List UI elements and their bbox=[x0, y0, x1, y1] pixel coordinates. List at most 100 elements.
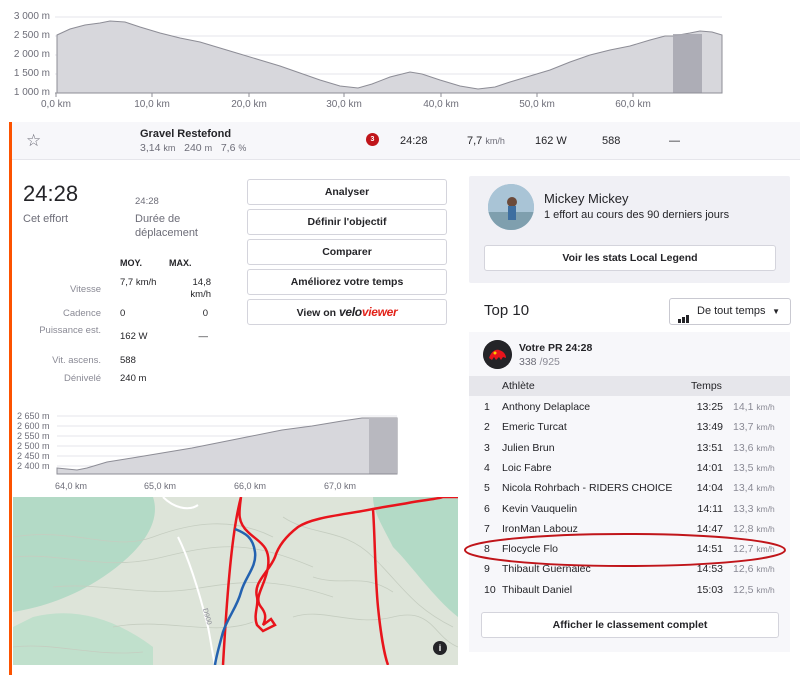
leaderboard-time: 14:01 bbox=[696, 462, 723, 474]
y-tick-label: 2 450 m bbox=[17, 451, 50, 461]
x-tick-label: 50,0 km bbox=[519, 99, 555, 110]
leaderboard-row[interactable]: 8 Flocycle Flo 14:51 12,7 km/h bbox=[469, 539, 790, 559]
leaderboard-row[interactable]: 6 Kevin Vauquelin 14:11 13,3 km/h bbox=[469, 499, 790, 519]
leaderboard-time: 13:49 bbox=[696, 421, 723, 433]
compare-button[interactable]: Comparer bbox=[247, 239, 447, 265]
local-legend-name[interactable]: Mickey Mickey bbox=[544, 191, 629, 206]
segment-vam: 588 bbox=[602, 135, 621, 147]
leaderboard-speed: 13,5 km/h bbox=[733, 462, 775, 474]
y-tick-label: 3 000 m bbox=[13, 11, 50, 22]
stat-label-speed: Vitesse bbox=[70, 284, 101, 295]
leaderboard-athlete[interactable]: Thibault Daniel bbox=[502, 584, 572, 596]
speed-unit: km/h bbox=[756, 585, 775, 595]
y-tick-label: 2 600 m bbox=[17, 421, 50, 431]
speed-unit: km/h bbox=[756, 422, 775, 432]
y-tick-label: 2 000 m bbox=[13, 49, 50, 60]
speed-unit: km/h bbox=[756, 402, 775, 412]
stat-max-cadence: 0 bbox=[202, 308, 208, 319]
column-athlete: Athlète bbox=[502, 380, 535, 392]
leaderboard-athlete[interactable]: Emeric Turcat bbox=[502, 421, 567, 433]
leaderboard-rank: 10 bbox=[484, 584, 496, 596]
info-icon[interactable]: i bbox=[433, 641, 447, 655]
view-on-label: View on bbox=[296, 307, 337, 319]
x-tick-label: 30,0 km bbox=[326, 99, 362, 110]
veloviewer-button[interactable]: View on veloviewer bbox=[247, 299, 447, 325]
analyze-button[interactable]: Analyser bbox=[247, 179, 447, 205]
leaderboard-athlete[interactable]: Julien Brun bbox=[502, 442, 555, 454]
leaderboard-speed: 13,6 km/h bbox=[733, 442, 775, 454]
y-tick-label: 2 500 m bbox=[17, 441, 50, 451]
elevation-area bbox=[56, 20, 723, 94]
column-time: Temps bbox=[691, 380, 722, 392]
effort-elapsed-label: Cet effort bbox=[23, 213, 69, 225]
selected-segment-indicator bbox=[9, 122, 12, 675]
star-icon[interactable]: ☆ bbox=[26, 131, 41, 151]
stat-avg-cadence: 0 bbox=[120, 308, 126, 319]
leaderboard-row[interactable]: 2 Emeric Turcat 13:49 13,7 km/h bbox=[469, 417, 790, 437]
leaderboard-row[interactable]: 5 Nicola Rohrbach - RIDERS CHOICE 14:04 13,… bbox=[469, 478, 790, 498]
time-filter-dropdown[interactable]: De tout temps ▼ bbox=[669, 298, 791, 325]
set-goal-button[interactable]: Définir l'objectif bbox=[247, 209, 447, 235]
stats-header-avg: MOY. bbox=[120, 258, 143, 268]
leaderboard-athlete[interactable]: Nicola Rohrbach - RIDERS CHOICE bbox=[502, 482, 672, 494]
pr-rank-value: 338 bbox=[519, 356, 537, 368]
leaderboard-athlete[interactable]: Anthony Delaplace bbox=[502, 401, 590, 413]
segment-details: 3,14 km 240 m 7,6 % bbox=[140, 142, 246, 154]
leaderboard-row[interactable]: 10 Thibault Daniel 15:03 12,5 km/h bbox=[469, 580, 790, 600]
avatar[interactable] bbox=[488, 184, 534, 230]
leaderboard-speed: 12,7 km/h bbox=[733, 543, 775, 555]
leaderboard-rank: 5 bbox=[484, 482, 490, 494]
x-tick-label: 66,0 km bbox=[233, 481, 267, 491]
segment-row[interactable]: ☆ Gravel Restefond 3,14 km 240 m 7,6 % 3… bbox=[12, 122, 800, 160]
leaderboard-time: 13:51 bbox=[696, 442, 723, 454]
stat-avg-elevation: 240 m bbox=[120, 373, 147, 384]
speed-unit: km/h bbox=[485, 136, 505, 146]
speed-value: 7,7 bbox=[467, 135, 483, 147]
leaderboard-athlete[interactable]: Flocycle Flo bbox=[502, 543, 558, 555]
leaderboard-time: 15:03 bbox=[696, 584, 723, 596]
leaderboard-rank: 4 bbox=[484, 462, 490, 474]
leaderboard-athlete[interactable]: Kevin Vauquelin bbox=[502, 503, 577, 515]
segment-name[interactable]: Gravel Restefond bbox=[140, 128, 231, 140]
speed-unit: km/h bbox=[756, 443, 775, 453]
y-tick-label: 2 650 m bbox=[17, 411, 50, 421]
x-tick-label: 65,0 km bbox=[143, 481, 177, 491]
effort-moving-time: 24:28 bbox=[135, 196, 159, 207]
elevation-profile-chart[interactable] bbox=[0, 0, 800, 118]
bar-chart-icon bbox=[678, 308, 692, 323]
speed-unit: km/h bbox=[756, 524, 775, 534]
leaderboard-row[interactable]: 9 Thibault Guernalec 14:53 12,6 km/h bbox=[469, 559, 790, 579]
pr-rank-total: /925 bbox=[539, 356, 560, 368]
speed-value: 14,1 bbox=[733, 401, 754, 413]
effort-moving-label: Durée de déplacement bbox=[135, 213, 198, 239]
stat-avg-speed: 7,7 km/h bbox=[120, 277, 157, 288]
x-tick-label: 20,0 km bbox=[231, 99, 267, 110]
effort-elapsed-time: 24:28 bbox=[23, 181, 79, 206]
segment-grade: 7,6 bbox=[220, 142, 236, 154]
segment-extra: — bbox=[669, 135, 680, 147]
leaderboard-row[interactable]: 4 Loic Fabre 14:01 13,5 km/h bbox=[469, 458, 790, 478]
segment-power: 162 W bbox=[535, 135, 567, 147]
leaderboard-rank: 8 bbox=[484, 543, 490, 555]
leaderboard-row[interactable]: 7 IronMan Labouz 14:47 12,8 km/h bbox=[469, 519, 790, 539]
leaderboard-speed: 12,8 km/h bbox=[733, 523, 775, 535]
segment-map[interactable]: D900 bbox=[13, 497, 458, 665]
leaderboard-athlete[interactable]: IronMan Labouz bbox=[502, 523, 578, 535]
speed-value: 13,6 bbox=[733, 442, 754, 454]
stats-header-max: MAX. bbox=[169, 258, 192, 268]
map-terrain: D900 bbox=[13, 497, 458, 665]
speed-value: 13,3 bbox=[733, 503, 754, 515]
leaderboard-athlete[interactable]: Loic Fabre bbox=[502, 462, 552, 474]
leaderboard-row[interactable]: 3 Julien Brun 13:51 13,6 km/h bbox=[469, 438, 790, 458]
elevation-unit: m bbox=[204, 143, 213, 153]
segment-time: 24:28 bbox=[400, 135, 428, 147]
leaderboard-row[interactable]: 1 Anthony Delaplace 13:25 14,1 km/h bbox=[469, 397, 790, 417]
improve-time-button[interactable]: Améliorez votre temps bbox=[247, 269, 447, 295]
full-leaderboard-button[interactable]: Afficher le classement complet bbox=[481, 612, 779, 638]
leaderboard-rank: 1 bbox=[484, 401, 490, 413]
leaderboard-time: 14:11 bbox=[697, 503, 724, 515]
leaderboard-athlete[interactable]: Thibault Guernalec bbox=[502, 563, 591, 575]
segment-elevation-after bbox=[369, 418, 397, 474]
local-legend-stats-button[interactable]: Voir les stats Local Legend bbox=[484, 245, 776, 271]
distance-unit: km bbox=[163, 143, 176, 153]
